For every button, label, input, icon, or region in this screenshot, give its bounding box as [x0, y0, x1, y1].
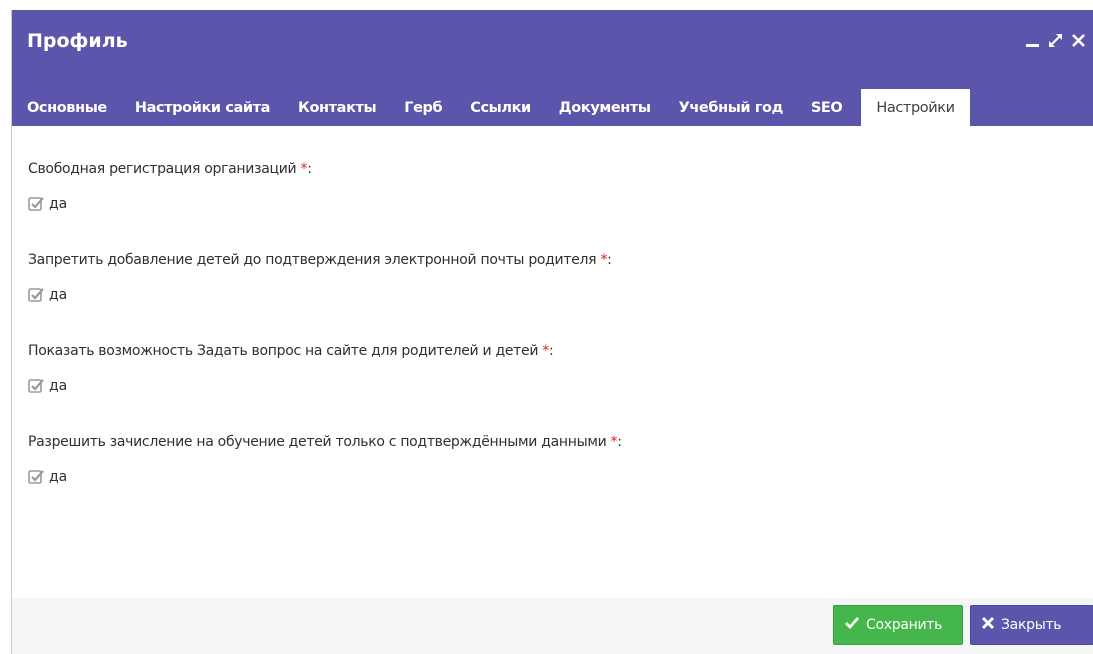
close-icon	[981, 616, 995, 634]
minimize-icon[interactable]	[1024, 32, 1041, 49]
checkbox-label: да	[49, 469, 68, 485]
checkbox-checked-icon[interactable]	[28, 469, 45, 485]
window-controls	[1024, 32, 1087, 49]
checkbox-label: да	[49, 378, 68, 394]
checkbox-checked-icon[interactable]	[28, 287, 45, 303]
field-block-children-before-email: Запретить добавление детей до подтвержде…	[28, 249, 612, 268]
settings-form: Свободная регистрация организаций *: да …	[12, 126, 1093, 598]
tab-links[interactable]: Ссылки	[456, 89, 545, 126]
checkbox-free-registration[interactable]: да	[28, 196, 67, 212]
checkbox-checked-icon[interactable]	[28, 378, 45, 394]
field-label: Свободная регистрация организаций *:	[28, 161, 312, 177]
tab-contacts[interactable]: Контакты	[284, 89, 390, 126]
close-button[interactable]: Закрыть	[970, 605, 1093, 645]
checkmark-icon	[844, 616, 860, 634]
field-label: Показать возможность Задать вопрос на са…	[28, 343, 554, 359]
field-verified-enrollment: Разрешить зачисление на обучение детей т…	[28, 431, 622, 450]
required-mark: *	[542, 343, 549, 359]
window-header: Профиль Основные Настройки сайта Контакт…	[12, 10, 1093, 126]
tab-settings[interactable]: Настройки	[861, 89, 970, 126]
checkbox-ask-question[interactable]: да	[28, 378, 67, 394]
tab-site-settings[interactable]: Настройки сайта	[121, 89, 284, 126]
save-button-label: Сохранить	[866, 617, 943, 633]
checkbox-label: да	[49, 287, 68, 303]
checkbox-verified-enrollment[interactable]: да	[28, 469, 67, 485]
close-button-label: Закрыть	[1001, 617, 1062, 633]
field-label: Запретить добавление детей до подтвержде…	[28, 252, 612, 268]
checkbox-block-children-before-email[interactable]: да	[28, 287, 67, 303]
tab-emblem[interactable]: Герб	[390, 89, 456, 126]
field-label: Разрешить зачисление на обучение детей т…	[28, 434, 622, 450]
checkbox-label: да	[49, 196, 68, 212]
tab-academic-year[interactable]: Учебный год	[665, 89, 797, 126]
field-free-registration: Свободная регистрация организаций *:	[28, 158, 312, 177]
tab-seo[interactable]: SEO	[797, 89, 856, 126]
tab-documents[interactable]: Документы	[545, 89, 665, 126]
window-title: Профиль	[27, 30, 128, 52]
dialog-footer: Сохранить Закрыть	[12, 598, 1093, 654]
tab-bar: Основные Настройки сайта Контакты Герб С…	[12, 89, 970, 126]
field-ask-question: Показать возможность Задать вопрос на са…	[28, 340, 554, 359]
maximize-icon[interactable]	[1047, 32, 1064, 49]
save-button[interactable]: Сохранить	[833, 605, 963, 645]
close-icon[interactable]	[1070, 32, 1087, 49]
checkbox-checked-icon[interactable]	[28, 196, 45, 212]
tab-main[interactable]: Основные	[12, 89, 121, 126]
profile-window: Профиль Основные Настройки сайта Контакт…	[11, 10, 1093, 654]
